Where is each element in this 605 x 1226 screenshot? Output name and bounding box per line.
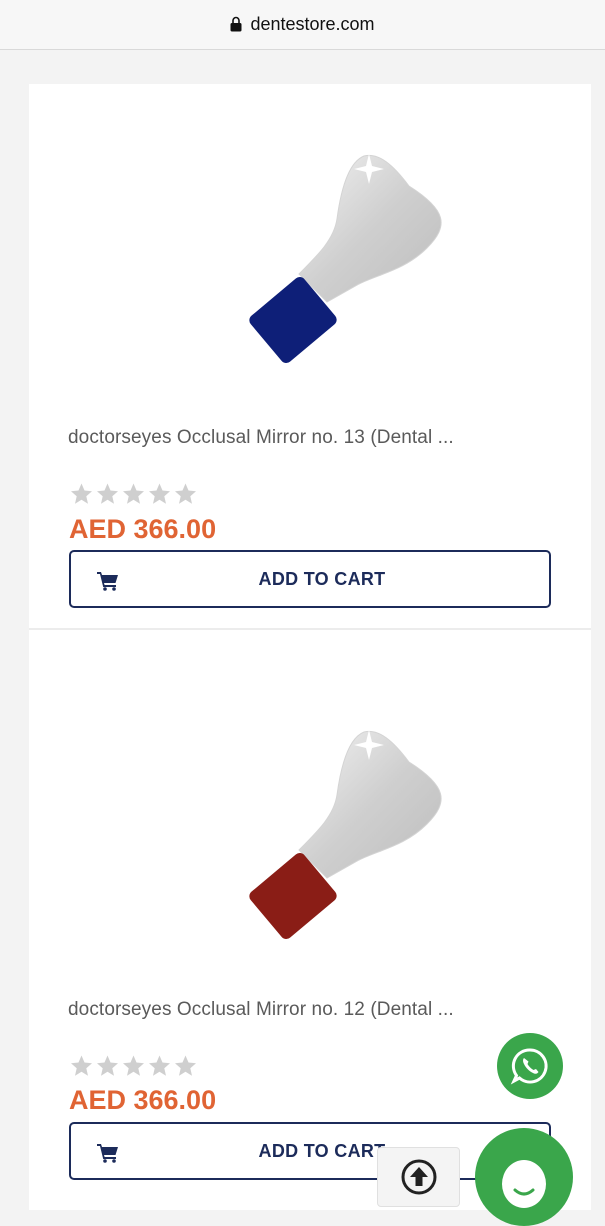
product-title[interactable]: doctorseyes Occlusal Mirror no. 12 (Dent… [68,999,454,1021]
star-icon [71,1055,92,1076]
star-icon [97,483,118,504]
star-icon [123,483,144,504]
lock-icon [230,16,242,31]
browser-address-bar[interactable]: dentestore.com [0,0,605,50]
star-rating [69,1054,198,1078]
product-price: AED 366.00 [69,514,217,544]
url-text: dentestore.com [250,14,375,34]
add-to-cart-button[interactable]: ADD TO CART [69,550,551,608]
scroll-to-top-button[interactable] [377,1147,460,1207]
star-icon [149,483,170,504]
product-image[interactable] [209,144,469,374]
product-card[interactable]: doctorseyes Occlusal Mirror no. 12 (Dent… [29,630,591,1210]
arrow-up-circle-icon [401,1159,436,1195]
product-card[interactable]: doctorseyes Occlusal Mirror no. 13 (Dent… [29,84,591,628]
star-icon [71,483,92,504]
shopping-cart-icon [97,572,118,591]
star-icon [123,1055,144,1076]
product-image[interactable] [209,720,469,950]
star-icon [149,1055,170,1076]
whatsapp-button[interactable] [497,1033,563,1099]
add-to-cart-label: ADD TO CART [258,568,386,589]
whatsapp-icon [510,1048,548,1085]
product-title[interactable]: doctorseyes Occlusal Mirror no. 13 (Dent… [68,427,454,449]
product-price: AED 366.00 [69,1085,217,1115]
chat-bubble-icon [502,1160,546,1208]
star-icon [175,1055,196,1076]
star-icon [175,483,196,504]
star-rating [69,482,198,506]
live-chat-button[interactable] [475,1128,573,1226]
shopping-cart-icon [97,1144,118,1163]
star-icon [97,1055,118,1076]
